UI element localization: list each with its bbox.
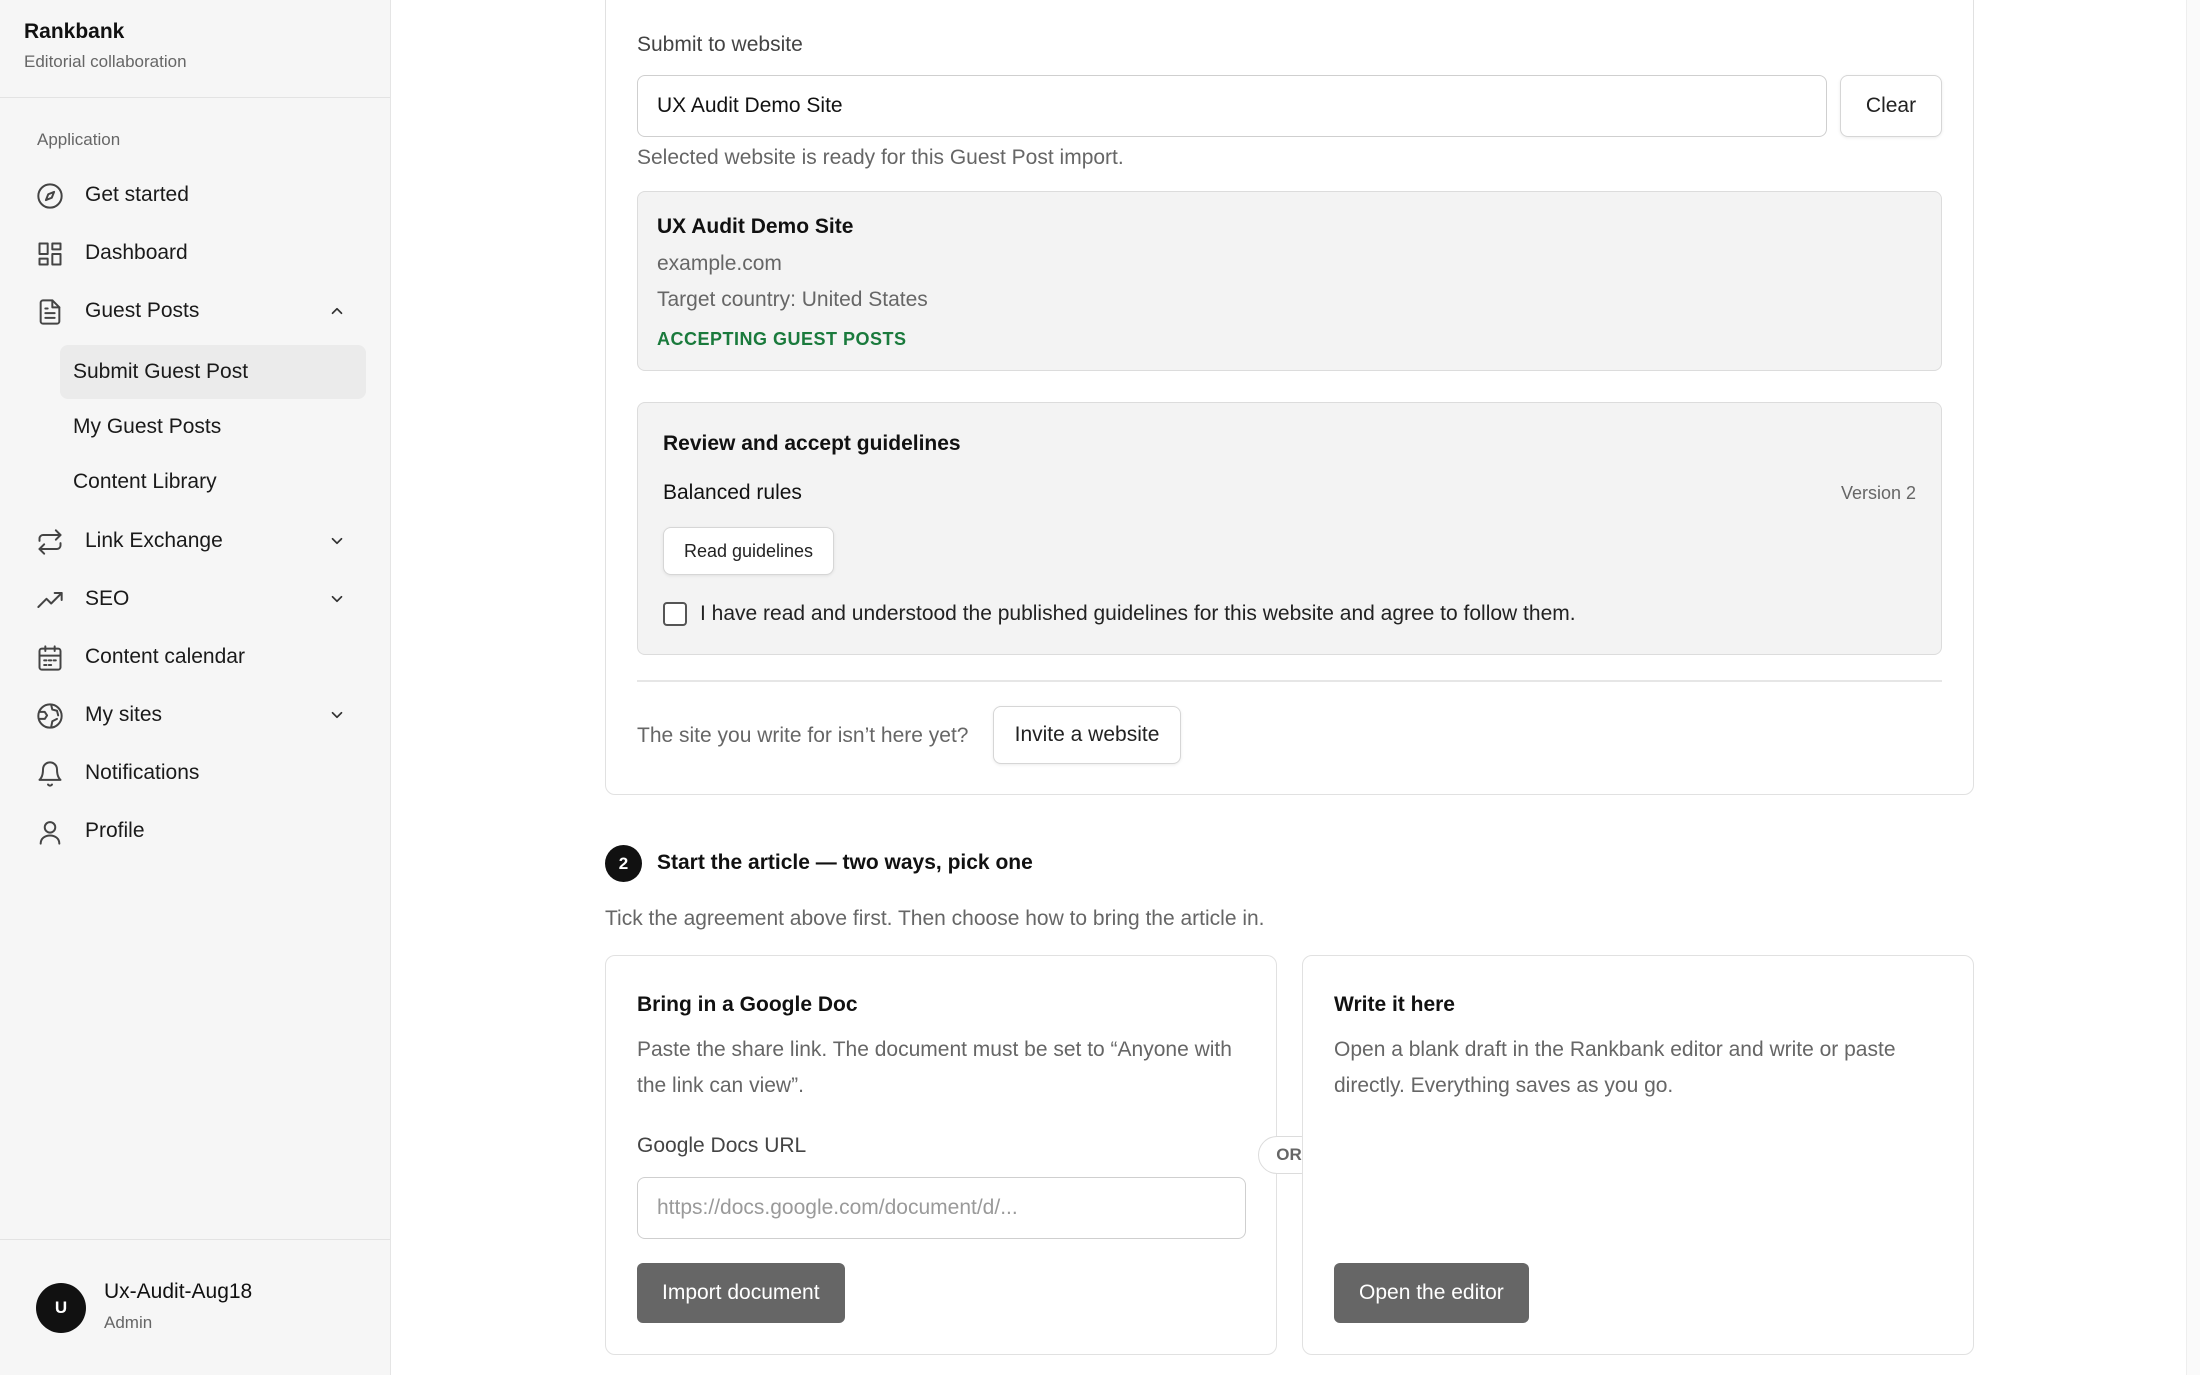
- clear-button[interactable]: Clear: [1840, 75, 1942, 137]
- compass-icon: [36, 182, 64, 210]
- user-divider: [0, 1239, 390, 1240]
- chevron-down-icon[interactable]: [328, 532, 346, 550]
- chevron-down-icon[interactable]: [328, 590, 346, 608]
- write-here-description: Open a blank draft in the Rankbank edito…: [1334, 1038, 1896, 1097]
- sidebar-item-guest-posts[interactable]: Guest Posts: [24, 285, 366, 337]
- step-number-badge: 2: [605, 845, 642, 882]
- status-badge: ACCEPTING GUEST POSTS: [657, 329, 907, 349]
- sidebar-item-notifications[interactable]: Notifications: [24, 747, 366, 799]
- document-icon: [36, 298, 64, 326]
- user-role: Admin: [104, 1313, 153, 1332]
- guidelines-rules-name: Balanced rules: [663, 481, 802, 504]
- selected-site-card: UX Audit Demo Site example.com Target co…: [637, 191, 1942, 371]
- website-input[interactable]: [637, 75, 1827, 137]
- brand-name: Rankbank: [24, 20, 125, 43]
- google-doc-title: Bring in a Google Doc: [637, 993, 858, 1016]
- calendar-icon: [36, 644, 64, 672]
- sidebar-item-label: Get started: [85, 183, 189, 206]
- sidebar-item-label: Dashboard: [85, 241, 188, 264]
- sidebar-subitem-submit-guest-post[interactable]: Submit Guest Post: [60, 345, 366, 399]
- google-doc-description: Paste the share link. The document must …: [637, 1038, 1232, 1097]
- repeat-arrows-icon: [36, 528, 64, 556]
- import-document-button[interactable]: Import document: [637, 1263, 845, 1323]
- open-editor-button[interactable]: Open the editor: [1334, 1263, 1529, 1323]
- site-target-country: Target country: United States: [657, 288, 928, 311]
- guidelines-card: Review and accept guidelines Balanced ru…: [637, 402, 1942, 655]
- site-domain: example.com: [657, 252, 782, 275]
- section-divider: [637, 680, 1942, 682]
- trending-up-icon: [36, 586, 64, 614]
- website-helper-text: Selected website is ready for this Guest…: [637, 146, 1124, 169]
- write-here-title: Write it here: [1334, 993, 1455, 1016]
- agree-guidelines-label[interactable]: I have read and understood the published…: [700, 602, 1576, 626]
- globe-icon: [36, 702, 64, 730]
- sidebar-section-label: Application: [37, 130, 121, 149]
- chevron-up-icon[interactable]: [328, 302, 346, 320]
- sidebar-item-profile[interactable]: Profile: [24, 805, 366, 857]
- google-docs-url-input[interactable]: [637, 1177, 1246, 1239]
- sidebar-subitem-content-library[interactable]: Content Library: [60, 455, 366, 509]
- guidelines-version: Version 2: [1840, 483, 1916, 503]
- user-icon: [36, 818, 64, 846]
- invite-prompt: The site you write for isn’t here yet?: [637, 724, 969, 747]
- read-guidelines-button[interactable]: Read guidelines: [663, 527, 834, 575]
- user-name: Ux-Audit-Aug18: [104, 1280, 253, 1303]
- sidebar-subitem-my-guest-posts[interactable]: My Guest Posts: [60, 400, 366, 454]
- submit-website-label: Submit to website: [637, 33, 803, 56]
- sidebar-item-label: Profile: [85, 819, 145, 842]
- brand-divider: [0, 97, 390, 98]
- guidelines-title: Review and accept guidelines: [663, 432, 961, 455]
- brand: Rankbank Editorial collaboration: [24, 20, 187, 72]
- sidebar-item-content-calendar[interactable]: Content calendar: [24, 631, 366, 683]
- sidebar-item-get-started[interactable]: Get started: [24, 169, 366, 221]
- sidebar-item-seo[interactable]: SEO: [24, 573, 366, 625]
- bell-icon: [36, 760, 64, 788]
- google-docs-url-label: Google Docs URL: [637, 1134, 807, 1157]
- step-title: Start the article — two ways, pick one: [657, 851, 1033, 874]
- brand-subtitle: Editorial collaboration: [24, 52, 187, 71]
- sidebar-item-link-exchange[interactable]: Link Exchange: [24, 515, 366, 567]
- sidebar: Rankbank Editorial collaboration Applica…: [0, 0, 391, 1375]
- write-here-option-card: Write it here Open a blank draft in the …: [1302, 955, 1974, 1355]
- site-name: UX Audit Demo Site: [657, 215, 854, 238]
- sidebar-item-my-sites[interactable]: My sites: [24, 689, 366, 741]
- step-subtitle: Tick the agreement above first. Then cho…: [605, 907, 1265, 930]
- scrollbar[interactable]: [2186, 0, 2200, 1375]
- sidebar-item-label: Notifications: [85, 761, 200, 784]
- sidebar-item-label: My sites: [85, 703, 163, 726]
- sidebar-item-label: Link Exchange: [85, 529, 223, 552]
- sidebar-item-dashboard[interactable]: Dashboard: [24, 227, 366, 279]
- sidebar-item-label: SEO: [85, 587, 130, 610]
- avatar[interactable]: U: [36, 1283, 86, 1333]
- google-doc-option-card: Bring in a Google Doc Paste the share li…: [605, 955, 1277, 1355]
- invite-website-button[interactable]: Invite a website: [993, 706, 1181, 764]
- sidebar-item-label: Content calendar: [85, 645, 245, 668]
- chevron-down-icon[interactable]: [328, 706, 346, 724]
- agree-guidelines-checkbox[interactable]: [663, 602, 687, 626]
- dashboard-grid-icon: [36, 240, 64, 268]
- sidebar-item-label: Guest Posts: [85, 299, 200, 322]
